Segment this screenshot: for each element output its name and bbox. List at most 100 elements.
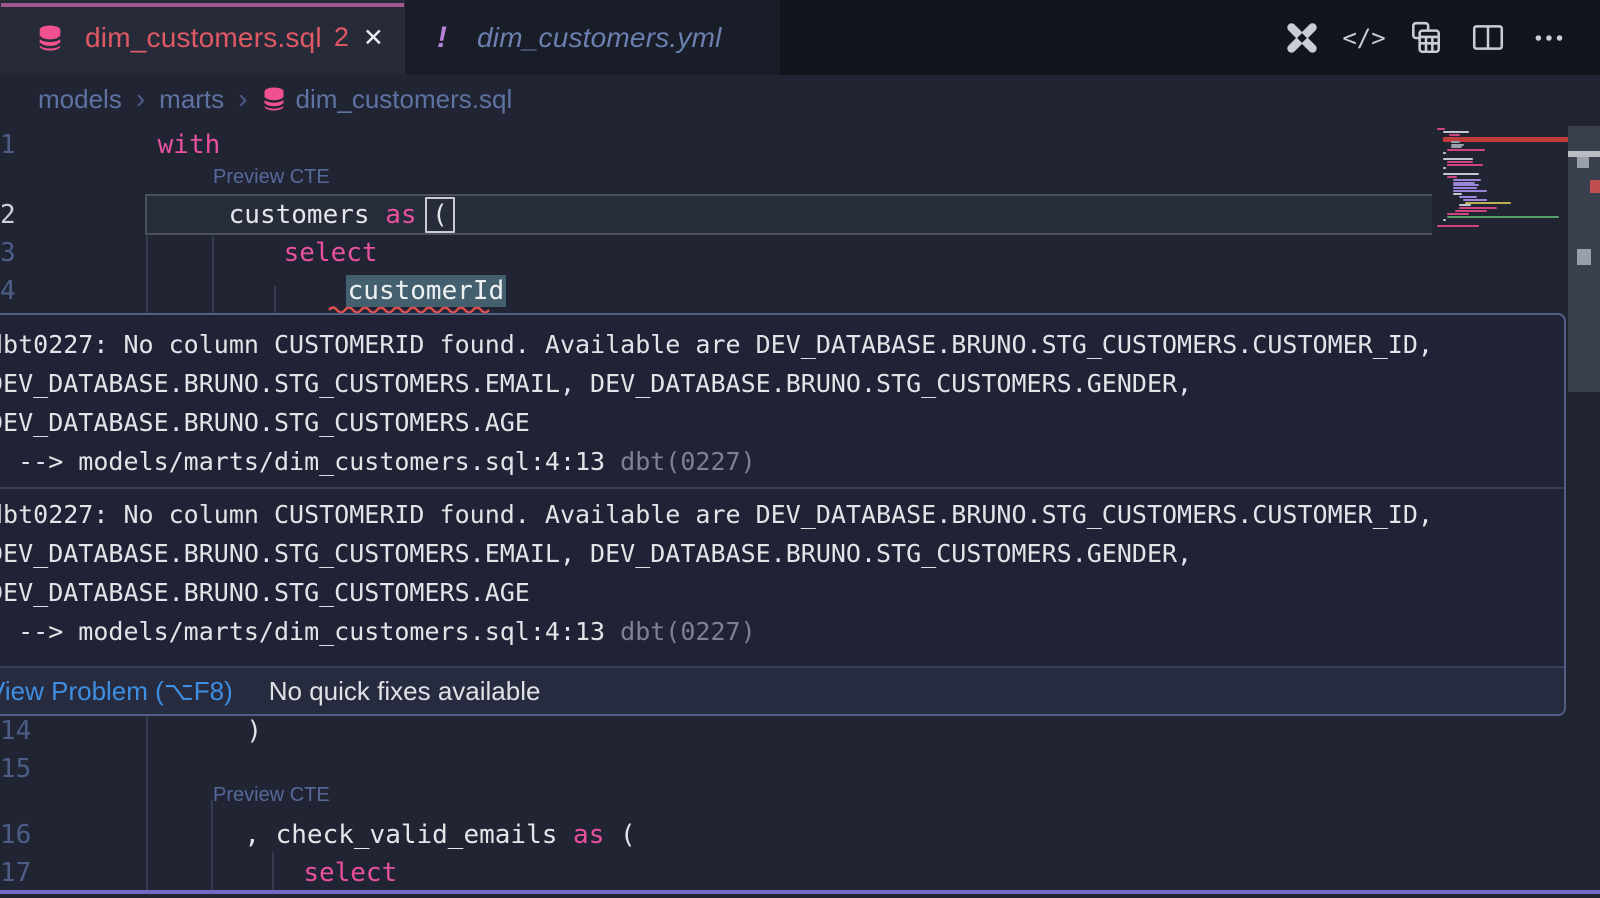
token: with [158, 130, 221, 160]
code-line-15[interactable]: 15 [0, 750, 1600, 788]
code-lens-preview-cte[interactable]: Preview CTE [213, 166, 330, 189]
code-line-2[interactable]: 2 customers as ( [0, 196, 1600, 234]
indent-guide [146, 236, 148, 313]
error-messages: dbt0227: No column CUSTOMERID found. Ava… [0, 315, 1564, 651]
error-hover-tooltip: dbt0227: No column CUSTOMERID found. Ava… [0, 313, 1566, 716]
token: ) [246, 716, 262, 746]
code-line-14[interactable]: 14) [0, 712, 1600, 750]
tab-dim-customers-sql[interactable]: dim_customers.sql 2 ✕ [0, 0, 405, 75]
error-message-line: dbt0227: No column CUSTOMERID found. Ava… [0, 495, 1564, 534]
breadcrumb-item-file[interactable]: dim_customers.sql [295, 84, 512, 115]
ruler-error-mark [1590, 180, 1600, 193]
indent-guide [211, 800, 213, 890]
tab-label: dim_customers.yml [477, 22, 722, 54]
line-number: 17 [0, 858, 31, 888]
compiled-code-icon[interactable]: </> [1344, 18, 1384, 58]
minimap-line [1453, 187, 1477, 189]
code-text: customerId [346, 276, 507, 306]
token: as [573, 820, 604, 850]
error-message-block: dbt0227: No column CUSTOMERID found. Ava… [0, 325, 1564, 481]
active-tab-accent [1, 3, 404, 7]
close-tab-button[interactable]: ✕ [363, 23, 384, 53]
error-code-ref: dbt(0227) [620, 447, 755, 476]
minimap-line [1465, 202, 1511, 204]
line-number: 3 [0, 238, 16, 268]
minimap-line [1451, 141, 1460, 143]
error-location-line: --> models/marts/dim_customers.sql:4:13 … [0, 612, 1564, 651]
minimap-line [1443, 152, 1446, 154]
database-icon [263, 87, 285, 111]
minimap-line [1443, 219, 1446, 221]
minimap-line [1447, 149, 1485, 151]
ruler-mark [1577, 249, 1591, 265]
vscode-window: dim_customers.sql 2 ✕ ! dim_customers.ym… [0, 0, 1600, 898]
error-message-line: DEV_DATABASE.BRUNO.STG_CUSTOMERS.AGE [0, 403, 1564, 442]
view-problem-link[interactable]: View Problem (⌥F8) [0, 676, 233, 707]
tab-label: dim_customers.sql [85, 22, 322, 54]
token: customers [229, 200, 386, 230]
minimap-line [1459, 204, 1471, 206]
code-text: select [303, 858, 397, 888]
code-text: with [158, 130, 221, 160]
breadcrumb-item-marts[interactable]: marts [159, 84, 224, 115]
minimap-line [1453, 179, 1481, 181]
token: , check_valid_emails [244, 820, 573, 850]
line-number: 16 [0, 820, 31, 850]
error-message-line: dbt0227: No column CUSTOMERID found. Ava… [0, 325, 1564, 364]
ruler-mark [1577, 157, 1589, 168]
code-text: , check_valid_emails as ( [244, 820, 635, 850]
tab-dim-customers-yml[interactable]: ! dim_customers.yml [405, 0, 780, 75]
editor-actions: </> [1282, 0, 1570, 75]
token: select [303, 858, 397, 888]
panel-divider [0, 890, 1600, 894]
error-message-line: DEV_DATABASE.BRUNO.STG_CUSTOMERS.EMAIL, … [0, 534, 1564, 573]
breadcrumb-item-models[interactable]: models [38, 84, 122, 115]
minimap-line [1443, 158, 1473, 160]
code-text: ) [246, 716, 262, 746]
chevron-right-icon: › [238, 83, 247, 115]
minimap-line [1447, 164, 1483, 166]
minimap-line [1437, 128, 1445, 130]
minimap-line [1447, 176, 1457, 178]
token: as [385, 200, 416, 230]
text-cursor: ( [425, 197, 455, 233]
minimap-line [1455, 210, 1487, 212]
code-line-1[interactable]: 1 with [0, 126, 1600, 164]
chevron-right-icon: › [136, 83, 145, 115]
line-number: 2 [0, 200, 16, 230]
minimap-line [1453, 190, 1487, 192]
minimap-line [1447, 216, 1559, 218]
minimap-line [1463, 199, 1487, 201]
line-number: 14 [0, 716, 31, 746]
code-lens-preview-cte[interactable]: Preview CTE [213, 784, 330, 807]
indent-guide [274, 286, 276, 313]
error-code-ref: dbt(0227) [620, 617, 755, 646]
split-editor-icon[interactable] [1468, 18, 1508, 58]
code-line-4[interactable]: 4customerId [0, 272, 1600, 310]
error-message-block: dbt0227: No column CUSTOMERID found. Ava… [0, 495, 1564, 651]
minimap-line [1459, 207, 1497, 209]
minimap-line [1459, 196, 1477, 198]
token: ( [604, 820, 635, 850]
modified-count-badge: 2 [334, 22, 349, 53]
minimap-line [1447, 161, 1473, 163]
query-results-table-icon[interactable] [1406, 18, 1446, 58]
code-line-16[interactable]: 16 , check_valid_emails as ( [0, 816, 1600, 854]
breadcrumb: models › marts › dim_customers.sql [0, 75, 1600, 123]
line-number: 1 [0, 130, 16, 160]
indent-guide [212, 236, 214, 313]
hover-divider [0, 487, 1564, 489]
hover-status-bar: View Problem (⌥F8) No quick fixes availa… [0, 666, 1564, 714]
code-text: customers as ( [229, 200, 448, 230]
code-line-17[interactable]: 17 select [0, 854, 1600, 892]
code-line-3[interactable]: 3 select [0, 234, 1600, 272]
minimap-line [1453, 193, 1462, 195]
code-text: select [284, 238, 378, 268]
token: customerId [346, 275, 507, 307]
minimap-line [1437, 225, 1479, 227]
error-message-line: DEV_DATABASE.BRUNO.STG_CUSTOMERS.AGE [0, 573, 1564, 612]
dbt-icon[interactable] [1282, 18, 1322, 58]
more-actions-icon[interactable] [1530, 18, 1570, 58]
minimap-line [1443, 167, 1446, 169]
minimap-line [1447, 213, 1469, 215]
